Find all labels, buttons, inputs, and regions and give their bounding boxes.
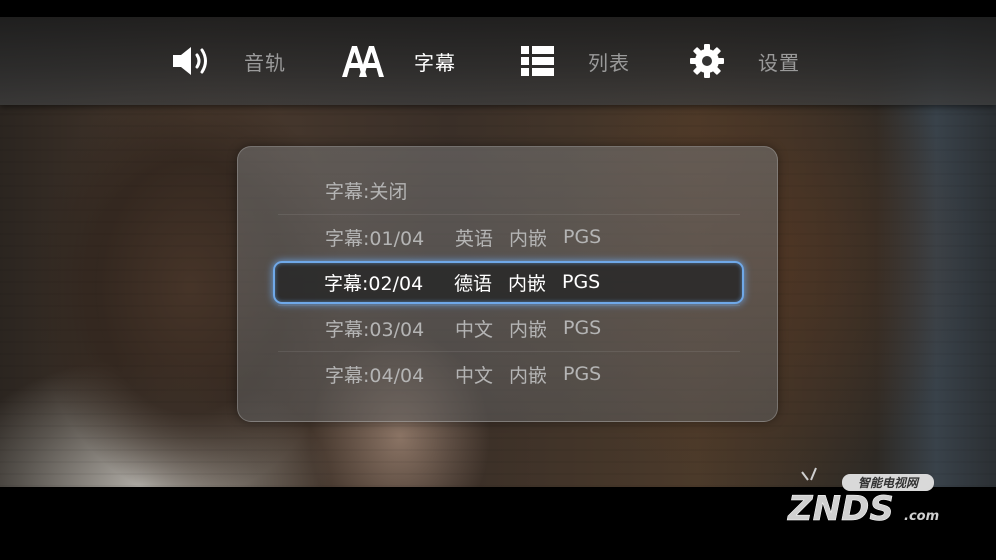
track-format: PGS <box>563 363 602 385</box>
watermark-tagline: 智能电视网 <box>858 476 920 490</box>
subtitle-option-4[interactable]: 字幕:04/04 中文 内嵌 PGS <box>278 351 740 396</box>
speaker-icon <box>170 43 216 79</box>
track-label: 字幕:02/04 <box>324 272 424 295</box>
track-language: 中文 <box>455 318 494 341</box>
track-format: PGS <box>563 226 602 248</box>
subtitle-option-3[interactable]: 字幕:03/04 中文 内嵌 PGS <box>278 305 740 350</box>
menu-settings[interactable]: 设置 <box>684 43 800 79</box>
menu-label-subtitles: 字幕 <box>414 50 456 75</box>
track-type: 内嵌 <box>509 318 548 341</box>
track-format: PGS <box>563 317 602 339</box>
list-icon <box>514 43 560 79</box>
subtitle-aa-icon <box>340 43 386 79</box>
menu-subtitles[interactable]: 字幕 <box>340 43 456 79</box>
track-type: 内嵌 <box>508 272 547 295</box>
menu-label-list: 列表 <box>588 50 630 75</box>
top-menu-bar: 音轨 字幕 列表 设置 <box>0 17 996 105</box>
track-type: 内嵌 <box>509 364 548 387</box>
znds-watermark: 智能电视网 ZNDS .com <box>786 462 956 532</box>
menu-label-settings: 设置 <box>758 50 800 75</box>
track-format: PGS <box>562 271 601 293</box>
subtitle-option-1[interactable]: 字幕:01/04 英语 内嵌 PGS <box>278 214 740 259</box>
track-language: 中文 <box>455 364 494 387</box>
subtitle-off-label: 字幕:关闭 <box>325 180 408 203</box>
subtitle-option-2[interactable]: 字幕:02/04 德语 内嵌 PGS <box>275 260 742 304</box>
watermark-suffix: .com <box>904 509 939 524</box>
track-label: 字幕:04/04 <box>325 364 425 387</box>
subtitle-option-off[interactable]: 字幕:关闭 <box>278 168 740 212</box>
watermark-brand: ZNDS <box>787 489 894 529</box>
menu-audio-track[interactable]: 音轨 <box>170 43 286 79</box>
track-language: 英语 <box>455 227 494 250</box>
track-language: 德语 <box>454 272 493 295</box>
menu-label-audio: 音轨 <box>244 50 286 75</box>
menu-list[interactable]: 列表 <box>514 43 630 79</box>
track-label: 字幕:01/04 <box>325 227 425 250</box>
selected-subtitle-highlight[interactable]: 字幕:02/04 德语 内嵌 PGS <box>273 261 744 304</box>
letterbox-top <box>0 0 996 17</box>
track-type: 内嵌 <box>509 227 548 250</box>
gear-icon <box>684 43 730 79</box>
track-label: 字幕:03/04 <box>325 318 425 341</box>
